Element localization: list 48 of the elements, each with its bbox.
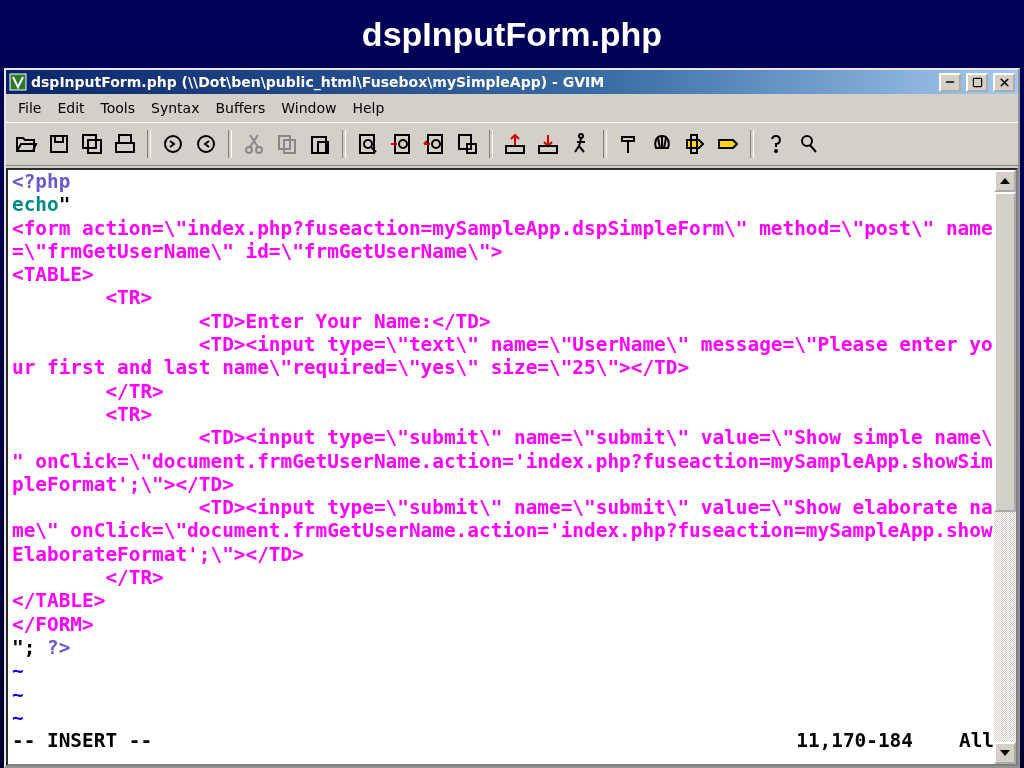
menu-item[interactable]: File (10, 100, 50, 116)
code-line: pleFormat';\"></TD> (12, 472, 235, 497)
menu-item[interactable]: Window (273, 100, 345, 116)
code-line: <form action=\"index.php?fuseaction=mySampleApp.dspSimpleForm\" method=\"post\" name (12, 216, 994, 240)
code-line: <TD><input type=\"text\" name=\"UserName\" message=\"Please enter yo (197, 333, 994, 357)
code-line: <?php (12, 170, 72, 194)
code-line: </TABLE> (12, 589, 107, 613)
code-line: "; ?> (12, 635, 72, 660)
scrollbar[interactable] (994, 170, 1016, 764)
code-line: " onClick=\"document.frmGetUserName.action='index.php?fuseaction=mySampleApp.showSim (12, 449, 994, 473)
code-line: <TD><input type=\"submit\" name=\"submit\" value=\"Show elaborate na (197, 496, 994, 520)
scroll-up-button[interactable] (994, 170, 1016, 192)
scroll-thumb[interactable] (994, 192, 1016, 512)
cursor-position: 11,170-184 (796, 729, 913, 753)
up-arrow-icon (1000, 178, 1010, 184)
code-line: ur first and last name\"required=\"yes\" size=\"25\"></TD> (12, 356, 691, 380)
app-icon (9, 73, 27, 91)
code-line: <TR> (104, 402, 154, 427)
close-button[interactable] (993, 72, 1015, 92)
menu-item[interactable]: Help (344, 100, 393, 116)
close-icon (997, 75, 1011, 89)
slide-title: dspInputForm.php (360, 13, 664, 55)
menu-item[interactable]: Buffers (207, 100, 274, 116)
code-line: =\"frmGetUserName\" id=\"frmGetUserName\"> (12, 239, 504, 264)
code-line: <TD><input type=\"submit\" name=\"submit\" value=\"Show simple name\ (197, 426, 994, 450)
scroll-position: All (958, 729, 994, 753)
code-line: <TR> (104, 286, 154, 310)
code-line: ~ (12, 682, 25, 706)
code-line: </TR> (104, 379, 165, 403)
code-line: <TABLE> (12, 263, 95, 287)
code-line: ~ (12, 659, 25, 683)
mode-indicator: -- INSERT -- (12, 729, 153, 753)
code-line: <TD>Enter Your Name:</TD> (197, 309, 492, 334)
code-line: </TR> (104, 566, 165, 590)
menu-item[interactable]: Edit (49, 100, 93, 116)
code-line: echo" (12, 193, 72, 217)
menu-item[interactable]: Syntax (143, 100, 208, 116)
scroll-down-button[interactable] (994, 742, 1016, 764)
code-line: ElaborateFormat';\"></TD> (12, 542, 305, 567)
menu-item[interactable]: Tools (92, 100, 144, 116)
code-line: ~ (12, 705, 25, 730)
code-line: me\" onClick=\"document.frmGetUserName.action='index.php?fuseaction=mySampleApp.show (12, 519, 994, 543)
maximize-button[interactable] (966, 72, 988, 92)
maximize-icon (971, 76, 983, 88)
down-arrow-icon (1000, 750, 1010, 756)
minimize-button[interactable] (939, 72, 961, 92)
code-line: </FORM> (12, 612, 95, 636)
window-title: dspInputForm.php (\\Dot\ben\public_html\Fusebox\mySimpleApp) - GVIM (31, 74, 606, 90)
